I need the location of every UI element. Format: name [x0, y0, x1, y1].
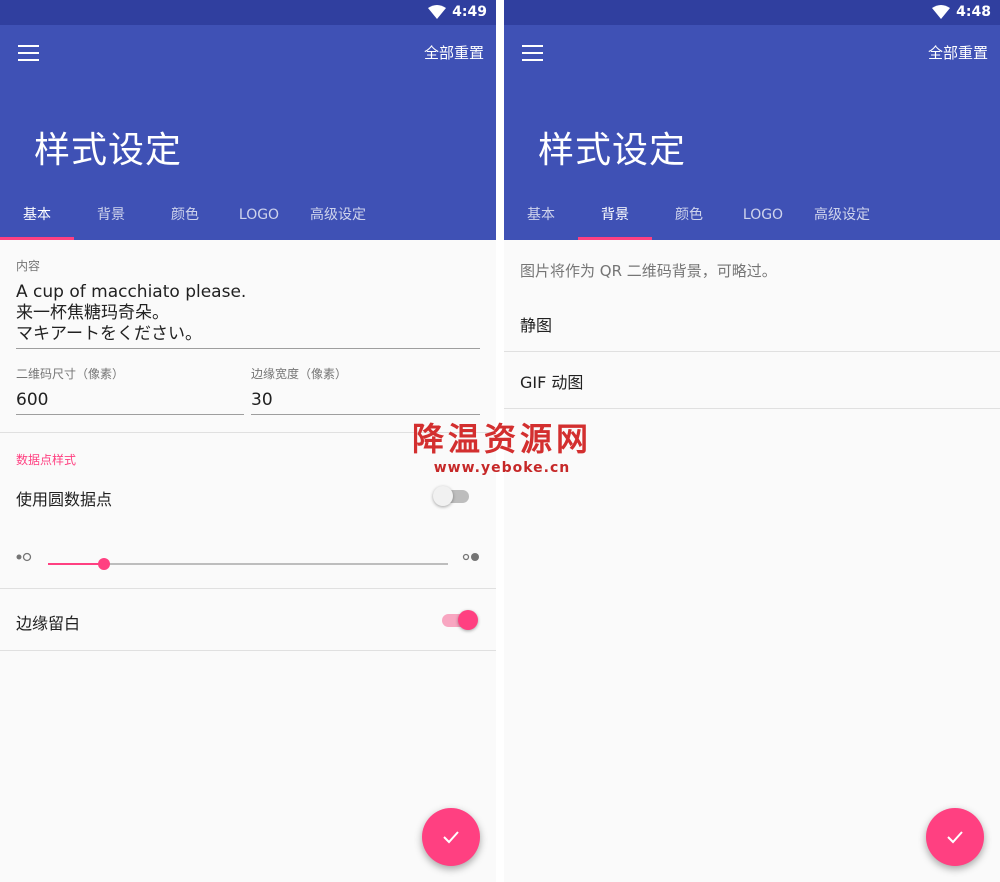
check-icon	[947, 831, 963, 844]
tab-logo[interactable]: LOGO	[726, 192, 800, 240]
tab-background[interactable]: 背景	[74, 192, 148, 240]
wifi-icon	[932, 5, 950, 19]
dot-size-slider[interactable]	[48, 556, 448, 572]
content-label: 内容	[16, 259, 41, 273]
tab-colors[interactable]: 颜色	[148, 192, 222, 240]
tab-advanced[interactable]: 高级设定	[296, 192, 380, 240]
divider	[0, 650, 496, 651]
static-image-item[interactable]: 静图	[504, 296, 1000, 352]
background-description: 图片将作为 QR 二维码背景，可略过。	[520, 262, 777, 280]
watermark-title: 降温资源网	[412, 420, 593, 458]
check-icon	[443, 831, 459, 844]
round-dots-switch[interactable]	[433, 486, 469, 506]
qr-size-input[interactable]: 600	[16, 390, 244, 415]
border-width-label: 边缘宽度（像素）	[251, 367, 348, 381]
border-width-input[interactable]: 30	[251, 390, 480, 415]
tab-background[interactable]: 背景	[578, 192, 652, 240]
list-item-label: GIF 动图	[520, 373, 584, 392]
tab-basic[interactable]: 基本	[504, 192, 578, 240]
tab-bar: 基本 背景 颜色 LOGO 高级设定	[0, 192, 496, 240]
large-dot-icon	[462, 553, 479, 561]
page-title: 样式设定	[34, 130, 183, 171]
reset-all-button[interactable]: 全部重置	[424, 42, 484, 63]
background-settings: 图片将作为 QR 二维码背景，可略过。 静图 GIF 动图	[504, 240, 1000, 882]
status-bar: 4:49	[0, 0, 496, 25]
tab-basic[interactable]: 基本	[0, 192, 74, 240]
status-time: 4:48	[956, 4, 991, 20]
menu-icon[interactable]	[18, 45, 39, 61]
content-input[interactable]: A cup of macchiato please. 来一杯焦糖玛奇朵。 マキア…	[16, 282, 480, 349]
menu-icon[interactable]	[522, 45, 543, 61]
small-dot-icon	[16, 552, 32, 562]
basic-settings: 内容 A cup of macchiato please. 来一杯焦糖玛奇朵。 …	[0, 240, 496, 882]
margin-switch[interactable]	[440, 610, 478, 630]
qr-size-label: 二维码尺寸（像素）	[16, 367, 125, 381]
divider	[0, 588, 496, 589]
gif-image-item[interactable]: GIF 动图	[504, 353, 1000, 409]
confirm-fab[interactable]	[926, 808, 984, 866]
page-title: 样式设定	[538, 130, 687, 171]
tab-logo[interactable]: LOGO	[222, 192, 296, 240]
margin-label: 边缘留白	[16, 614, 81, 633]
tab-colors[interactable]: 颜色	[652, 192, 726, 240]
watermark: 降温资源网 www.yeboke.cn	[412, 414, 592, 476]
watermark-url: www.yeboke.cn	[433, 460, 571, 476]
tab-advanced[interactable]: 高级设定	[800, 192, 884, 240]
wifi-icon	[428, 5, 446, 19]
round-dots-label: 使用圆数据点	[16, 490, 113, 509]
dots-section-title: 数据点样式	[16, 453, 77, 467]
status-bar: 4:48	[504, 0, 1000, 25]
list-item-label: 静图	[520, 316, 553, 335]
tab-bar: 基本 背景 颜色 LOGO 高级设定	[504, 192, 1000, 240]
app-bar: 全部重置 样式设定 基本 背景 颜色 LOGO 高级设定	[504, 25, 1000, 240]
reset-all-button[interactable]: 全部重置	[928, 42, 988, 63]
app-bar: 全部重置 样式设定 基本 背景 颜色 LOGO 高级设定	[0, 25, 496, 240]
status-time: 4:49	[452, 4, 487, 20]
confirm-fab[interactable]	[422, 808, 480, 866]
